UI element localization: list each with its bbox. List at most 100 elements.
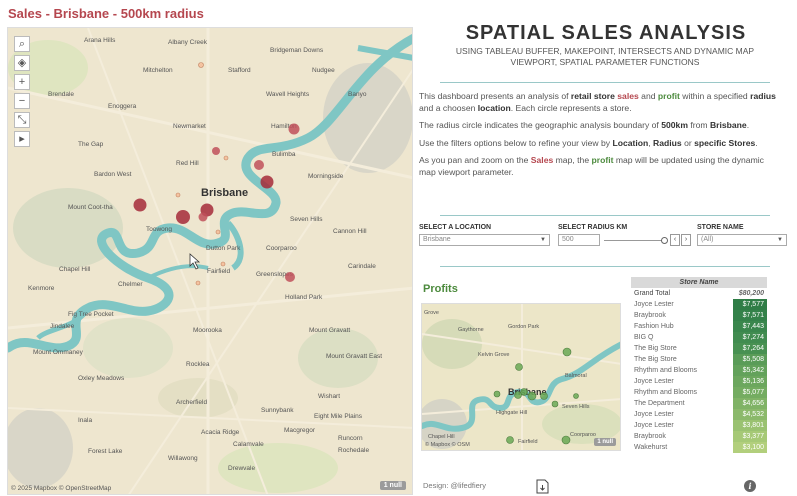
table-row[interactable]: Braybrook $7,571 xyxy=(631,310,767,321)
intro-paragraph-3: Use the filters options below to refine … xyxy=(419,137,758,148)
table-row[interactable]: Wakehurst $3,100 xyxy=(631,442,767,453)
place-label: Forest Lake xyxy=(88,448,123,455)
store-dropdown[interactable]: (All) ▼ xyxy=(697,234,787,246)
store-marker[interactable] xyxy=(285,272,295,282)
store-profit-cell: $7,274 xyxy=(733,332,767,343)
null-indicator[interactable]: 1 null xyxy=(594,438,616,446)
place-label: Brendale xyxy=(48,91,74,98)
place-label: Drewvale xyxy=(228,465,255,472)
chevron-down-icon: ▼ xyxy=(777,237,783,243)
pan-icon[interactable]: ⤡ xyxy=(14,112,30,128)
place-label: Arana Hills xyxy=(84,37,116,44)
search-icon[interactable]: ⌕ xyxy=(14,36,30,52)
table-row[interactable]: Joyce Lester $4,532 xyxy=(631,409,767,420)
store-table: Store Name Grand Total $80,200 Joyce Leste… xyxy=(631,277,767,453)
table-row[interactable]: The Big Store $7,264 xyxy=(631,343,767,354)
place-label: Morningside xyxy=(308,173,344,180)
map-attribution[interactable]: © Mapbox © OSM xyxy=(425,442,470,448)
table-row[interactable]: Braybrook $3,377 xyxy=(631,431,767,442)
zoom-out-icon[interactable]: − xyxy=(14,93,30,109)
store-marker[interactable] xyxy=(198,212,208,222)
sales-map-canvas[interactable]: Arana Hills Albany Creek Bridgeman Downs… xyxy=(8,28,413,495)
store-marker[interactable] xyxy=(254,160,264,170)
profit-store-marker[interactable] xyxy=(540,392,548,400)
store-profit-cell: $3,801 xyxy=(733,420,767,431)
table-row[interactable]: Joyce Lester $5,136 xyxy=(631,376,767,387)
zoom-in-icon[interactable]: + xyxy=(14,74,30,90)
table-row[interactable]: Rhythm and Blooms $5,077 xyxy=(631,387,767,398)
table-row[interactable]: BIG Q $7,274 xyxy=(631,332,767,343)
store-name-cell: The Big Store xyxy=(634,356,677,363)
profit-store-marker[interactable] xyxy=(506,436,514,444)
location-dropdown-value: Brisbane xyxy=(423,236,451,243)
table-row[interactable]: Joyce Lester $7,577 xyxy=(631,299,767,310)
radius-increase-button[interactable]: › xyxy=(681,234,691,246)
place-label: Eight Mile Plains xyxy=(314,413,363,420)
store-marker[interactable] xyxy=(223,155,229,161)
store-name-cell: Wakehurst xyxy=(634,444,668,451)
table-row[interactable]: The Big Store $5,508 xyxy=(631,354,767,365)
store-profit-cell: $5,342 xyxy=(733,365,767,376)
profit-store-marker[interactable] xyxy=(562,347,572,357)
store-name-cell: Joyce Lester xyxy=(634,422,674,429)
place-label: Bardon West xyxy=(94,171,132,178)
info-icon[interactable]: i xyxy=(744,480,756,492)
store-filter-label: STORE NAME xyxy=(697,224,744,231)
profit-store-marker[interactable] xyxy=(493,390,501,398)
profit-store-marker[interactable] xyxy=(514,391,522,399)
place-label: Albany Creek xyxy=(168,39,208,46)
radius-slider[interactable] xyxy=(604,240,662,241)
store-name-cell: The Big Store xyxy=(634,345,677,352)
table-row[interactable]: Fashion Hub $7,443 xyxy=(631,321,767,332)
store-marker[interactable] xyxy=(195,280,201,286)
place-label: Red Hill xyxy=(176,160,199,167)
place-label: Nudgee xyxy=(312,67,335,74)
store-marker[interactable] xyxy=(133,198,147,212)
divider xyxy=(440,266,770,267)
radius-decrease-button[interactable]: ‹ xyxy=(670,234,680,246)
profits-map[interactable]: Grove Gaythorne Gordon Park Kelvin Grove… xyxy=(421,303,621,451)
null-indicator[interactable]: 1 null xyxy=(379,481,406,490)
place-label: Banyo xyxy=(348,91,367,98)
place-label: Mount Coot-tha xyxy=(68,204,113,211)
location-dropdown[interactable]: Brisbane ▼ xyxy=(419,234,550,246)
place-label: Mount Gravatt East xyxy=(326,353,382,360)
store-marker[interactable] xyxy=(215,229,221,235)
place-label: Kelvin Grove xyxy=(478,352,510,358)
radius-slider-handle[interactable] xyxy=(661,237,668,244)
place-label: Rochedale xyxy=(338,447,369,454)
store-marker[interactable] xyxy=(212,147,220,155)
table-row[interactable]: The Department $4,656 xyxy=(631,398,767,409)
layers-icon[interactable]: ◈ xyxy=(14,55,30,71)
table-header[interactable]: Store Name xyxy=(631,277,767,288)
intro-text: This dashboard presents an analysis of r… xyxy=(419,91,781,184)
store-marker[interactable] xyxy=(220,261,226,267)
store-marker[interactable] xyxy=(260,175,274,189)
store-name-cell: Braybrook xyxy=(634,433,666,440)
table-row[interactable]: Joyce Lester $3,801 xyxy=(631,420,767,431)
design-credit[interactable]: Design: @lifedfiery xyxy=(423,481,486,490)
store-profit-cell: $4,532 xyxy=(733,409,767,420)
store-name-cell: Grand Total xyxy=(634,290,671,297)
store-name-cell: BIG Q xyxy=(634,334,654,341)
table-row[interactable]: Rhythm and Blooms $5,342 xyxy=(631,365,767,376)
store-marker[interactable] xyxy=(175,192,181,198)
download-document-icon[interactable] xyxy=(536,479,549,494)
profits-map-canvas[interactable]: Grove Gaythorne Gordon Park Kelvin Grove… xyxy=(422,304,621,451)
store-marker[interactable] xyxy=(288,123,300,135)
store-marker[interactable] xyxy=(198,62,204,68)
radius-input[interactable]: 500 xyxy=(558,234,600,246)
map-attribution[interactable]: © 2025 Mapbox © OpenStreetMap xyxy=(11,485,111,492)
store-profit-cell: $3,100 xyxy=(733,442,767,453)
place-label: Highgate Hill xyxy=(496,410,527,416)
profit-store-marker[interactable] xyxy=(573,393,579,399)
profit-store-marker[interactable] xyxy=(561,435,571,445)
place-label: The Gap xyxy=(78,141,104,148)
play-icon[interactable]: ▸ xyxy=(14,131,30,147)
profit-store-marker[interactable] xyxy=(515,363,523,371)
sales-map[interactable]: Arana Hills Albany Creek Bridgeman Downs… xyxy=(7,27,413,495)
profit-store-marker[interactable] xyxy=(527,391,537,401)
table-row-total[interactable]: Grand Total $80,200 xyxy=(631,288,767,299)
profit-store-marker[interactable] xyxy=(551,400,559,408)
store-marker[interactable] xyxy=(176,210,190,224)
